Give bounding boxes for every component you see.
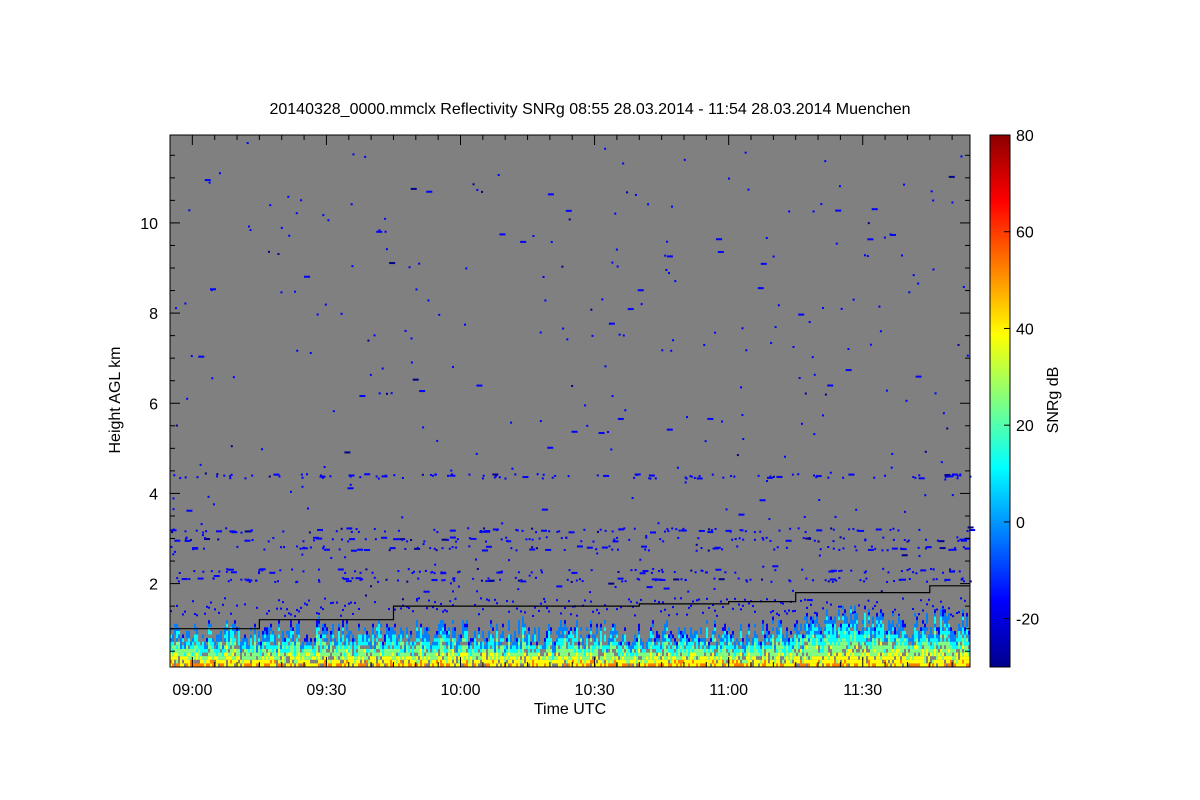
colorbar-tick-label: 0: [1016, 515, 1025, 532]
x-axis-label: Time UTC: [534, 701, 606, 718]
y-tick-label: 6: [149, 396, 158, 413]
y-axis-label: Height AGL km: [107, 346, 124, 453]
x-tick-label: 10:00: [440, 682, 480, 699]
x-tick-label: 11:00: [709, 682, 748, 699]
x-tick-label: 11:30: [843, 682, 882, 699]
colorbar-gradient: [989, 134, 1011, 668]
colorbar-tick-label: -20: [1016, 612, 1039, 629]
y-tick-label: 8: [149, 306, 158, 323]
y-tick-label: 10: [140, 216, 158, 233]
colorbar-tick-label: 40: [1016, 321, 1034, 338]
x-tick-label: 09:30: [306, 682, 346, 699]
colorbar-label: SNRg dB: [1045, 367, 1062, 434]
radar-chart: 20140328_0000.mmclx Reflectivity SNRg 08…: [107, 101, 1062, 718]
plot-background: [170, 135, 970, 667]
x-tick-label: 09:00: [172, 682, 212, 699]
chart-title: 20140328_0000.mmclx Reflectivity SNRg 08…: [269, 101, 910, 118]
y-tick-label: 2: [149, 577, 158, 594]
x-tick-label: 10:30: [575, 682, 615, 699]
colorbar-tick-label: 80: [1016, 128, 1034, 145]
colorbar-tick-label: 60: [1016, 225, 1034, 242]
colorbar-tick-label: 20: [1016, 418, 1034, 435]
y-tick-label: 4: [149, 486, 158, 503]
colorbar: -20 0 20 40 60 80: [989, 128, 1039, 668]
plot-area: [169, 134, 976, 668]
